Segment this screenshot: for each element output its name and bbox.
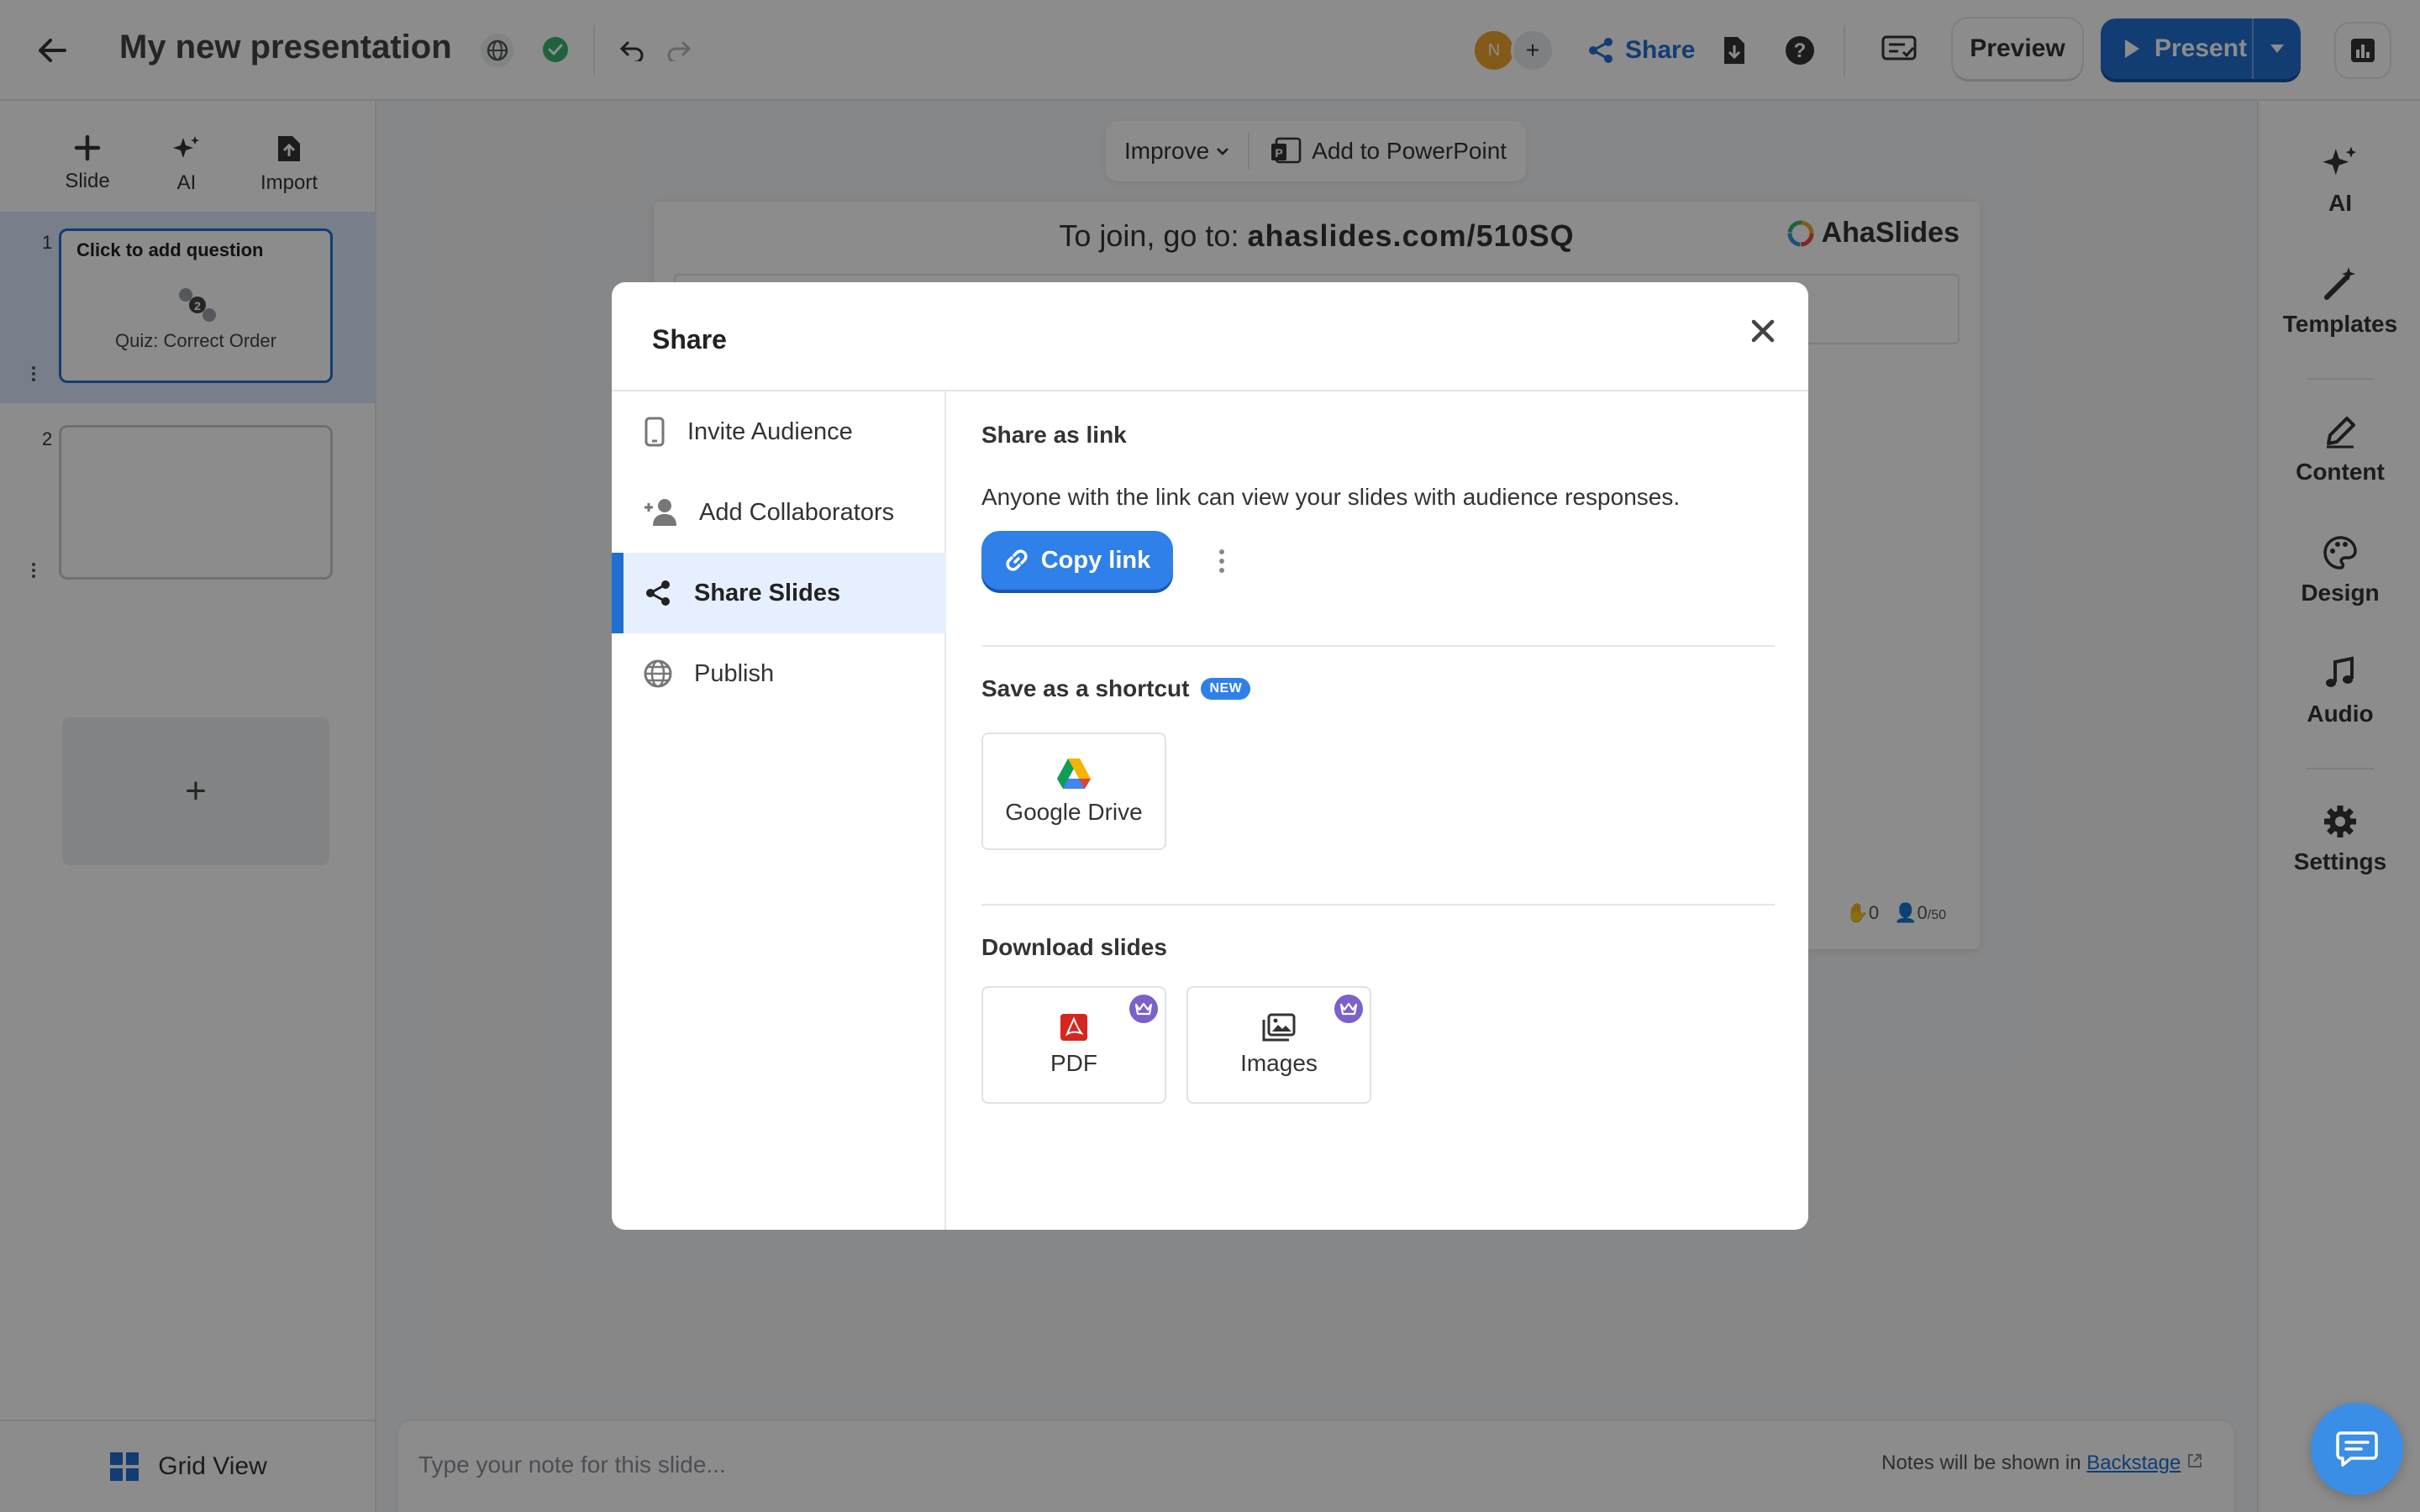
copy-link-label: Copy link: [1040, 546, 1151, 574]
nav-label: Publish: [694, 659, 775, 687]
new-badge: NEW: [1201, 678, 1251, 700]
save-shortcut-title: Save as a shortcut NEW: [981, 675, 1251, 702]
download-images-button[interactable]: Images: [1186, 986, 1371, 1104]
link-icon: [1006, 549, 1028, 571]
globe-icon: [644, 659, 672, 688]
save-shortcut-label: Save as a shortcut: [981, 675, 1190, 701]
download-pdf-button[interactable]: PDF: [981, 986, 1166, 1104]
dialog-header: Share: [612, 282, 1808, 391]
more-options-icon[interactable]: [1213, 544, 1230, 578]
nav-share-slides[interactable]: Share Slides: [612, 553, 946, 633]
nav-label: Share Slides: [694, 579, 841, 606]
share-dialog: Share Invite Audience Add Collaborators …: [612, 282, 1808, 1230]
images-icon: [1262, 1013, 1296, 1042]
google-drive-button[interactable]: Google Drive: [981, 732, 1166, 850]
share-as-link-title: Share as link: [981, 422, 1127, 448]
google-drive-icon: [1057, 759, 1091, 789]
chat-support-button[interactable]: [2311, 1403, 2403, 1495]
nav-invite-audience[interactable]: Invite Audience: [612, 391, 946, 472]
add-user-icon: [644, 499, 676, 526]
premium-crown-icon: [1129, 995, 1158, 1023]
pdf-icon: [1060, 1014, 1087, 1041]
section-divider: [981, 645, 1775, 647]
share-as-link-description: Anyone with the link can view your slide…: [981, 484, 1681, 510]
dialog-nav: Invite Audience Add Collaborators Share …: [612, 391, 946, 1230]
section-divider: [981, 904, 1775, 906]
close-icon[interactable]: [1743, 311, 1783, 351]
download-slides-title: Download slides: [981, 934, 1167, 960]
premium-crown-icon: [1334, 995, 1363, 1023]
images-label: Images: [1240, 1050, 1318, 1076]
chat-bubble-icon: [2336, 1431, 2378, 1467]
phone-icon: [644, 417, 665, 447]
share-icon: [646, 580, 670, 606]
nav-label: Invite Audience: [687, 417, 853, 445]
pdf-label: PDF: [1050, 1050, 1097, 1076]
nav-label: Add Collaborators: [699, 498, 895, 526]
google-drive-label: Google Drive: [1005, 799, 1143, 825]
nav-add-collaborators[interactable]: Add Collaborators: [612, 472, 946, 553]
dialog-title: Share: [652, 324, 727, 354]
nav-publish[interactable]: Publish: [612, 633, 946, 714]
copy-link-button[interactable]: Copy link: [981, 531, 1173, 590]
